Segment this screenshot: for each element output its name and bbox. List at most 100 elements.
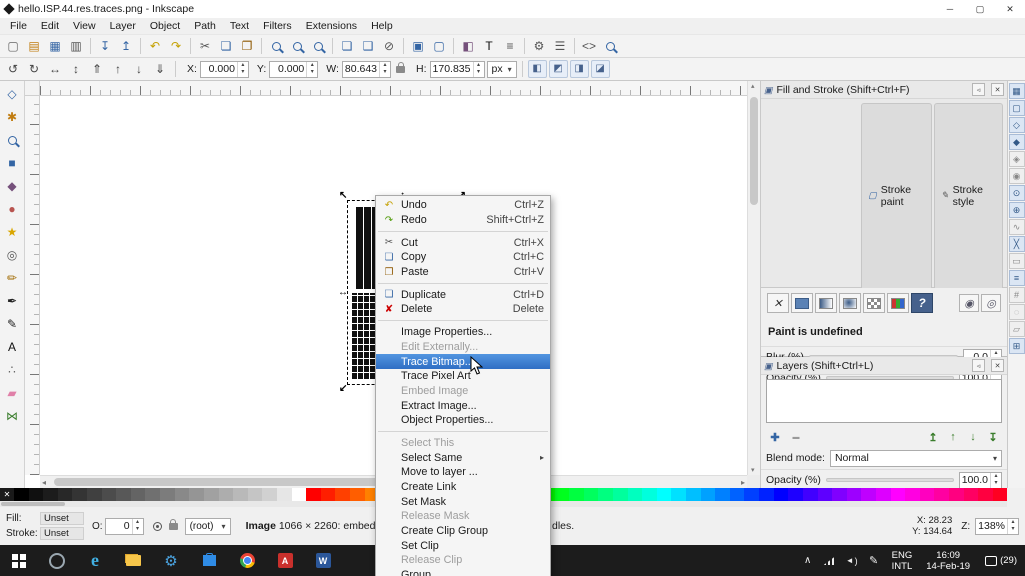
vertical-ruler[interactable] xyxy=(25,96,40,475)
snap-bbox-edge-midpoints-toggle[interactable]: ◈ xyxy=(1008,151,1025,167)
preferences-button[interactable]: ☰ xyxy=(550,37,570,56)
context-menu-item-trace-pixel-art[interactable]: Trace Pixel Art xyxy=(376,369,550,384)
color-swatch[interactable] xyxy=(116,488,131,501)
star-tool[interactable]: ★ xyxy=(1,221,23,243)
enable-snapping-toggle[interactable]: ▦ xyxy=(1008,83,1025,99)
paste-button[interactable]: ❐ xyxy=(237,37,257,56)
unknown-paint-button[interactable] xyxy=(911,293,933,313)
menu-extensions[interactable]: Extensions xyxy=(299,20,364,32)
zoom-drawing-button[interactable] xyxy=(287,37,307,56)
fill-stroke-indicator[interactable]: Fill: Unset Stroke: Unset xyxy=(6,512,84,540)
duplicate-button[interactable]: ❏ xyxy=(337,37,357,56)
color-swatch[interactable] xyxy=(554,488,570,501)
flip-horizontal-button[interactable]: ↔ xyxy=(45,60,65,79)
x-input[interactable]: 0.000 xyxy=(199,60,249,78)
vertical-scrollbar[interactable] xyxy=(747,81,760,475)
undock-panel-icon[interactable] xyxy=(972,359,985,372)
ellipse-tool[interactable]: ● xyxy=(1,198,23,220)
width-input[interactable]: 80.643 xyxy=(341,60,392,78)
color-swatch[interactable] xyxy=(335,488,351,501)
layers-list[interactable] xyxy=(766,379,1002,423)
text-and-font-dialog-button[interactable]: T xyxy=(479,37,499,56)
chrome-taskbar-icon[interactable] xyxy=(228,545,266,576)
context-menu-item-create-clip-group[interactable]: Create Clip Group xyxy=(376,524,550,539)
snap-nodes-toggle[interactable]: ⊙ xyxy=(1008,185,1025,201)
save-button[interactable]: ▦ xyxy=(45,37,65,56)
swatch-button[interactable] xyxy=(887,293,909,313)
lower-layer-button[interactable] xyxy=(964,429,982,445)
clone-button[interactable]: ❑ xyxy=(358,37,378,56)
vertical-scroll-thumb[interactable] xyxy=(750,97,758,205)
zoom-selection-button[interactable] xyxy=(266,37,286,56)
context-menu-item-trace-bitmap[interactable]: Trace Bitmap... xyxy=(376,354,550,369)
context-menu-item-group[interactable]: Group xyxy=(376,568,550,576)
color-swatch[interactable] xyxy=(919,488,935,501)
rotate-90-ccw-button[interactable]: ↺ xyxy=(3,60,23,79)
color-swatch[interactable] xyxy=(686,488,701,501)
snap-rotation-centers-toggle[interactable]: ◌ xyxy=(1008,304,1025,320)
layer-opacity-slider[interactable] xyxy=(825,478,954,482)
color-swatch[interactable] xyxy=(890,488,906,501)
linear-gradient-button[interactable] xyxy=(815,293,837,313)
no-paint-button[interactable] xyxy=(767,293,789,313)
color-swatch[interactable] xyxy=(729,488,745,501)
color-swatch[interactable] xyxy=(320,488,336,501)
color-swatch[interactable] xyxy=(350,488,365,501)
units-dropdown[interactable]: px xyxy=(486,60,517,78)
import-button[interactable]: ↧ xyxy=(95,37,115,56)
color-swatch[interactable] xyxy=(247,488,263,501)
pattern-button[interactable] xyxy=(863,293,885,313)
layer-opacity-input[interactable]: 100.0 xyxy=(958,471,1002,489)
y-spin-buttons[interactable] xyxy=(306,61,317,77)
menu-object[interactable]: Object xyxy=(143,20,187,32)
color-swatch[interactable] xyxy=(949,488,964,501)
color-swatch[interactable] xyxy=(218,488,234,501)
color-swatch[interactable] xyxy=(583,488,599,501)
snap-page-border-toggle[interactable]: ⊞ xyxy=(1008,338,1025,354)
spiral-tool[interactable]: ◎ xyxy=(1,244,23,266)
color-swatch[interactable] xyxy=(671,488,687,501)
settings-taskbar-icon[interactable] xyxy=(152,545,190,576)
menu-path[interactable]: Path xyxy=(187,20,223,32)
color-swatch[interactable] xyxy=(788,488,803,501)
close-panel-icon[interactable] xyxy=(991,83,1004,96)
copy-button[interactable]: ❏ xyxy=(216,37,236,56)
color-swatch[interactable] xyxy=(700,488,716,501)
color-swatch[interactable] xyxy=(569,488,584,501)
menu-help[interactable]: Help xyxy=(364,20,400,32)
layer-lock-icon[interactable] xyxy=(168,518,178,530)
fill-and-stroke-header[interactable]: Fill and Stroke (Shift+Ctrl+F) xyxy=(761,81,1007,99)
color-swatch[interactable] xyxy=(627,488,643,501)
redo-button[interactable]: ↷ xyxy=(166,37,186,56)
pen-tray-icon[interactable] xyxy=(863,545,885,576)
maximize-button[interactable] xyxy=(965,0,995,18)
close-button[interactable] xyxy=(995,0,1025,18)
tweak-tool[interactable]: ✱ xyxy=(1,106,23,128)
context-menu-item-delete[interactable]: ✘ Delete Delete xyxy=(376,302,550,317)
color-swatch[interactable] xyxy=(817,488,833,501)
color-swatch[interactable] xyxy=(87,488,102,501)
lower-to-bottom-button[interactable]: ⇓ xyxy=(150,60,170,79)
blend-mode-dropdown[interactable]: Normal xyxy=(829,449,1002,467)
menu-filters[interactable]: Filters xyxy=(256,20,299,32)
color-swatch[interactable] xyxy=(773,488,789,501)
palette-scroll-thumb[interactable] xyxy=(1,502,65,506)
context-menu-item-image-properties[interactable]: Image Properties... xyxy=(376,325,550,340)
context-menu-item-duplicate[interactable]: ❏ Duplicate Ctrl+D xyxy=(376,287,550,302)
color-swatch[interactable] xyxy=(992,488,1008,501)
color-swatch[interactable] xyxy=(160,488,175,501)
color-swatch[interactable] xyxy=(905,488,920,501)
color-swatch[interactable] xyxy=(203,488,219,501)
document-properties-button[interactable]: ⚙ xyxy=(529,37,549,56)
node-editor-tool[interactable]: ◇ xyxy=(1,83,23,105)
raise-to-top-button[interactable]: ⇑ xyxy=(87,60,107,79)
open-button[interactable]: ▤ xyxy=(24,37,44,56)
color-swatch[interactable] xyxy=(846,488,862,501)
scale-stroke-width-toggle[interactable]: ◧ xyxy=(527,60,547,78)
notification-area[interactable]: (29) xyxy=(977,555,1025,566)
color-swatch[interactable] xyxy=(934,488,949,501)
context-menu-item-undo[interactable]: ↶ Undo Ctrl+Z xyxy=(376,198,550,213)
color-swatch[interactable] xyxy=(43,488,58,501)
align-distribute-dialog-button[interactable]: ≡ xyxy=(500,37,520,56)
color-swatch[interactable] xyxy=(130,488,146,501)
